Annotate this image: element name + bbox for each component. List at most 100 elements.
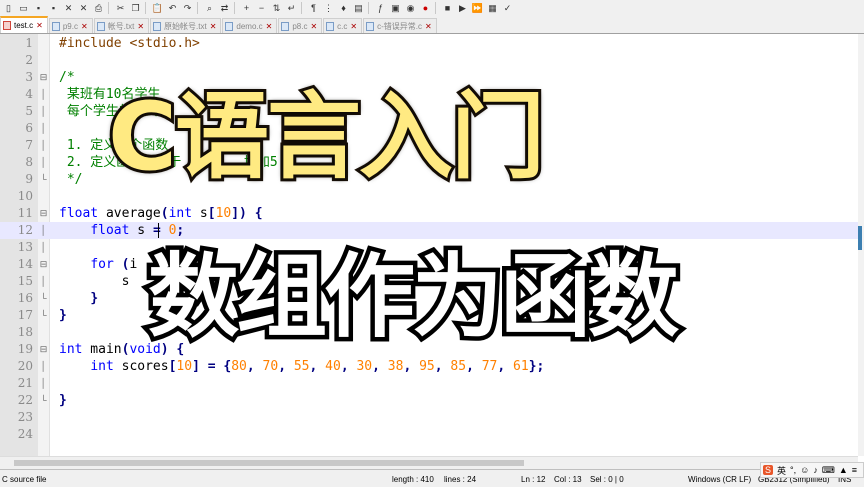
zoom-out-icon[interactable]: − <box>255 2 268 14</box>
code-line[interactable]: 12 │ float s = 0; <box>0 222 858 239</box>
line-number: 21 <box>17 376 33 390</box>
close-all-icon[interactable]: ✕ <box>77 2 90 14</box>
undo-icon[interactable]: ↶ <box>166 2 179 14</box>
fold-toggle-icon[interactable]: ⊟ <box>39 341 48 358</box>
ime-keyboard-icon[interactable]: ⌨ <box>822 465 835 476</box>
fold-line: │ <box>40 157 47 167</box>
close-icon[interactable]: ✕ <box>62 2 75 14</box>
line-number: 14 <box>17 257 33 271</box>
spell-check-icon[interactable]: ✓ <box>501 2 514 14</box>
line-number: 18 <box>17 325 33 339</box>
close-tab-icon[interactable]: ✕ <box>310 22 317 31</box>
close-tab-icon[interactable]: ✕ <box>266 22 273 31</box>
fold-toggle-icon[interactable]: ⊟ <box>39 256 48 273</box>
code-text: #include <stdio.h> <box>59 36 200 51</box>
tab-file[interactable]: p8.c ✕ <box>278 18 323 33</box>
line-number: 12 <box>17 223 33 237</box>
vertical-scrollbar-thumb[interactable] <box>858 226 862 250</box>
copy-icon[interactable]: ❐ <box>129 2 142 14</box>
fold-toggle-icon[interactable]: ⊟ <box>39 205 48 222</box>
status-language: C source file <box>2 475 47 484</box>
line-number: 7 <box>25 138 33 152</box>
status-bar: C source file length : 410 lines : 24 Ln… <box>0 469 864 487</box>
tab-file[interactable]: test.c ✕ <box>0 16 48 33</box>
close-tab-icon[interactable]: ✕ <box>36 21 43 30</box>
indent-guide-icon[interactable]: ⋮ <box>322 2 335 14</box>
sync-icon[interactable]: ⇅ <box>270 2 283 14</box>
record-icon[interactable]: ● <box>419 2 432 14</box>
status-eol: Windows (CR LF) <box>688 475 752 484</box>
close-tab-icon[interactable]: ✕ <box>210 22 217 31</box>
open-file-icon[interactable]: ▭ <box>17 2 30 14</box>
fold-line: │ <box>40 242 47 252</box>
function-list-icon[interactable]: ƒ <box>374 2 387 14</box>
file-icon <box>153 21 162 31</box>
redo-icon[interactable]: ↷ <box>181 2 194 14</box>
fold-line: │ <box>40 361 47 371</box>
code-line[interactable]: 1 #include <stdio.h> <box>0 35 858 52</box>
line-number: 10 <box>17 189 33 203</box>
paste-icon[interactable]: 📋 <box>151 2 164 14</box>
tab-file[interactable]: c.c ✕ <box>323 18 363 33</box>
zoom-in-icon[interactable]: + <box>240 2 253 14</box>
video-title-overlay: C语言入门 <box>105 80 548 195</box>
show-all-icon[interactable]: ¶ <box>307 2 320 14</box>
status-line-number: Ln : 12 <box>521 475 546 484</box>
line-number: 4 <box>25 87 33 101</box>
tab-file[interactable]: p9.c ✕ <box>48 18 93 33</box>
play-icon[interactable]: ▶ <box>456 2 469 14</box>
folder-as-workspace-icon[interactable]: ▣ <box>389 2 402 14</box>
code-text: int scores[10] = {80, 70, 55, 40, 30, 38… <box>90 359 545 374</box>
code-line[interactable]: 11 ⊟ float average(int s[10]) { <box>0 205 858 222</box>
fold-line: │ <box>40 89 47 99</box>
print-icon[interactable]: ⎙ <box>92 2 105 14</box>
play-multiple-icon[interactable]: ⏩ <box>471 2 484 14</box>
video-subtitle-overlay: 数组作为函数 <box>143 241 683 354</box>
tab-file[interactable]: 帐号.txt ✕ <box>93 18 150 33</box>
save-all-icon[interactable]: ▪ <box>47 2 60 14</box>
tab-label: demo.c <box>236 21 263 31</box>
ime-emoji-icon[interactable]: ☺ <box>800 465 809 475</box>
file-icon <box>51 21 60 31</box>
code-line[interactable]: 22 └} <box>0 392 858 409</box>
tab-file[interactable]: demo.c ✕ <box>222 18 278 33</box>
ime-toolbar[interactable]: S 英 °, ☺ ♪ ⌨ ▲ ≡ <box>760 462 864 478</box>
fold-toggle-icon[interactable]: ⊟ <box>39 69 48 86</box>
user-lang-icon[interactable]: ♦ <box>337 2 350 14</box>
close-tab-icon[interactable]: ✕ <box>350 22 357 31</box>
fold-line: │ <box>40 123 47 133</box>
ime-menu-icon[interactable]: ≡ <box>852 465 857 475</box>
ime-skin-icon[interactable]: ▲ <box>839 465 848 475</box>
cut-icon[interactable]: ✂ <box>114 2 127 14</box>
ime-punct-icon[interactable]: °, <box>790 465 796 475</box>
toolbar-separator <box>368 1 369 14</box>
code-line[interactable]: 21 │ <box>0 375 858 392</box>
close-tab-icon[interactable]: ✕ <box>81 22 88 31</box>
code-line[interactable]: 20 │ int scores[10] = {80, 70, 55, 40, 30… <box>0 358 858 375</box>
ime-mic-icon[interactable]: ♪ <box>813 465 818 475</box>
doc-map-icon[interactable]: ▤ <box>352 2 365 14</box>
close-tab-icon[interactable]: ✕ <box>137 22 144 31</box>
stop-icon[interactable]: ■ <box>441 2 454 14</box>
monitor-icon[interactable]: ◉ <box>404 2 417 14</box>
code-line[interactable]: 2 <box>0 52 858 69</box>
close-tab-icon[interactable]: ✕ <box>425 22 432 31</box>
toolbar-separator <box>234 1 235 14</box>
code-line[interactable]: 24 <box>0 426 858 443</box>
save-macro-icon[interactable]: ▦ <box>486 2 499 14</box>
line-number: 15 <box>17 274 33 288</box>
horizontal-scrollbar-thumb[interactable] <box>14 460 524 466</box>
find-icon[interactable]: ⌕ <box>203 2 216 14</box>
code-line[interactable]: 23 <box>0 409 858 426</box>
line-number: 8 <box>25 155 33 169</box>
new-file-icon[interactable]: ▯ <box>2 2 15 14</box>
line-number: 1 <box>25 36 33 50</box>
tab-file[interactable]: 原始帐号.txt ✕ <box>150 18 222 33</box>
line-number: 6 <box>25 121 33 135</box>
replace-icon[interactable]: ⇄ <box>218 2 231 14</box>
ime-language[interactable]: 英 <box>777 464 786 477</box>
tab-file[interactable]: c-错误异常.c ✕ <box>363 18 437 33</box>
status-selection: Sel : 0 | 0 <box>590 475 624 484</box>
wrap-icon[interactable]: ↵ <box>285 2 298 14</box>
save-icon[interactable]: ▪ <box>32 2 45 14</box>
